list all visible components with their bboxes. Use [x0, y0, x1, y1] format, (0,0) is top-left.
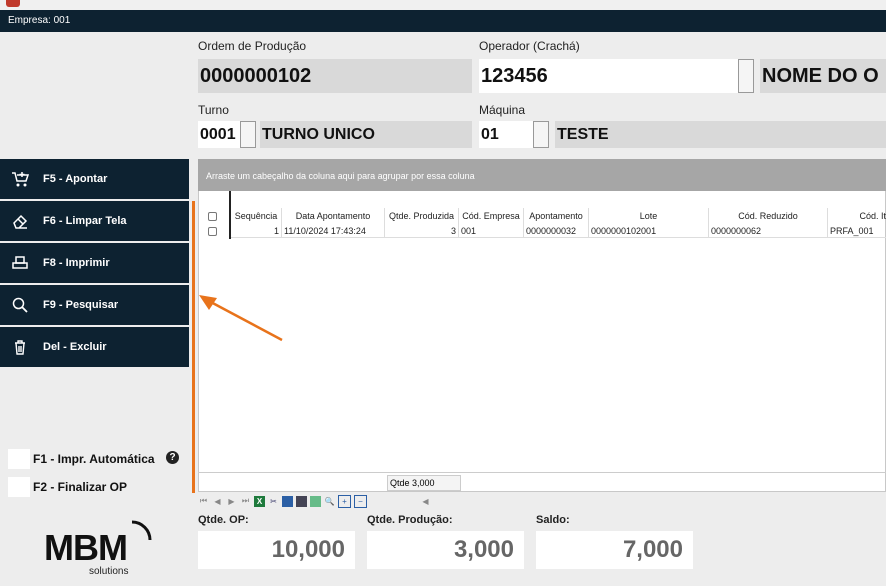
row-checkbox[interactable]: [208, 227, 217, 236]
first-record-icon[interactable]: ⏮: [198, 496, 209, 507]
operador-lookup-button[interactable]: [738, 59, 754, 93]
remove-icon[interactable]: −: [354, 494, 367, 508]
table-cell[interactable]: 1: [231, 224, 282, 238]
excel-export-icon[interactable]: X: [254, 495, 265, 507]
preview-icon[interactable]: [310, 495, 321, 507]
limpar-tela-label: F6 - Limpar Tela: [43, 215, 127, 227]
qtde-producao-value: 3,000: [367, 531, 524, 569]
title-bar: [0, 0, 886, 10]
table-cell[interactable]: 11/10/2024 17:43:24: [282, 224, 385, 238]
tools-icon[interactable]: ✂: [268, 496, 279, 507]
printer-icon: [0, 254, 40, 272]
limpar-tela-button[interactable]: F6 - Limpar Tela: [0, 201, 189, 241]
qtde-total-summary: Qtde 3,000: [387, 475, 461, 491]
col-header-cod-item[interactable]: Cód. It: [828, 208, 886, 224]
search-icon: [0, 296, 40, 314]
table-cell[interactable]: PRFA_001: [828, 224, 886, 238]
company-logo-subtitle: solutions: [89, 566, 129, 577]
finalizar-op-checkbox[interactable]: [8, 477, 30, 497]
finalizar-op-label: F2 - Finalizar OP: [33, 480, 128, 494]
qtde-producao-label: Qtde. Produção:: [367, 514, 453, 526]
apontar-button[interactable]: F5 - Apontar: [0, 159, 189, 199]
apontar-label: F5 - Apontar: [43, 173, 108, 185]
ordem-field[interactable]: 0000000102: [198, 59, 472, 93]
maquina-label: Máquina: [479, 103, 526, 117]
pesquisar-button[interactable]: F9 - Pesquisar: [0, 285, 189, 325]
find-icon[interactable]: 🔍: [324, 496, 335, 507]
turno-lookup-button[interactable]: [240, 121, 256, 148]
table-cell[interactable]: 001: [459, 224, 524, 238]
add-icon[interactable]: +: [338, 494, 351, 508]
operador-nome-field: NOME DO O: [760, 59, 886, 93]
select-all-checkbox[interactable]: [208, 212, 217, 221]
table-cell[interactable]: 0000000102001: [589, 224, 709, 238]
imprimir-button[interactable]: F8 - Imprimir: [0, 243, 189, 283]
cart-icon: [0, 170, 40, 188]
last-record-icon[interactable]: ⏭: [240, 496, 251, 507]
saldo-value: 7,000: [536, 531, 693, 569]
prev-record-icon[interactable]: ◀: [212, 496, 223, 507]
save-icon[interactable]: [282, 495, 293, 507]
col-header-data[interactable]: Data Apontamento: [282, 208, 385, 224]
col-header-lote[interactable]: Lote: [589, 208, 709, 224]
saldo-label: Saldo:: [536, 514, 570, 526]
grid-footer-divider: [198, 472, 886, 473]
impr-automatica-label: F1 - Impr. Automática: [33, 452, 155, 466]
turno-code-field[interactable]: 0001: [198, 121, 240, 148]
company-logo: MBM: [44, 527, 128, 568]
logo-arc-icon: [131, 520, 152, 541]
help-icon[interactable]: ?: [166, 451, 179, 464]
trash-icon: [0, 338, 40, 356]
operador-field[interactable]: 123456: [479, 59, 738, 93]
app-icon: [6, 0, 20, 7]
group-by-panel[interactable]: Arraste um cabeçalho da coluna aqui para…: [198, 159, 886, 191]
next-record-icon[interactable]: ▶: [226, 496, 237, 507]
orange-highlight-bar: [192, 201, 195, 493]
impr-automatica-checkbox[interactable]: [8, 449, 30, 469]
imprimir-label: F8 - Imprimir: [43, 257, 110, 269]
empresa-bar: Empresa: 001: [0, 10, 886, 32]
col-header-sequencia[interactable]: Sequência: [231, 208, 282, 224]
scroll-left-icon[interactable]: ◀: [420, 496, 431, 507]
maquina-lookup-button[interactable]: [533, 121, 549, 148]
pesquisar-label: F9 - Pesquisar: [43, 299, 119, 311]
maquina-code-field[interactable]: 01: [479, 121, 533, 148]
excluir-button[interactable]: Del - Excluir: [0, 327, 189, 367]
col-header-apontamento[interactable]: Apontamento: [524, 208, 589, 224]
turno-nome-field: TURNO UNICO: [260, 121, 472, 148]
layout-icon[interactable]: [296, 495, 307, 507]
qtde-op-value: 10,000: [198, 531, 355, 569]
col-header-cod-reduzido[interactable]: Cód. Reduzido: [709, 208, 828, 224]
col-header-empresa[interactable]: Cód. Empresa: [459, 208, 524, 224]
annotation-arrow: [199, 295, 283, 342]
col-header-qtde[interactable]: Qtde. Produzida: [385, 208, 459, 224]
table-cell[interactable]: 0000000032: [524, 224, 589, 238]
turno-label: Turno: [198, 103, 229, 117]
table-cell[interactable]: 0000000062: [709, 224, 828, 238]
excluir-label: Del - Excluir: [43, 341, 107, 353]
ordem-label: Ordem de Produção: [198, 39, 307, 53]
operador-label: Operador (Crachá): [479, 39, 580, 53]
table-cell[interactable]: 3: [385, 224, 459, 238]
qtde-op-label: Qtde. OP:: [198, 514, 249, 526]
grid-navigator: ⏮ ◀ ▶ ⏭ X ✂ 🔍 + − ◀: [198, 493, 431, 509]
maquina-nome-field: TESTE: [555, 121, 886, 148]
eraser-icon: [0, 212, 40, 230]
